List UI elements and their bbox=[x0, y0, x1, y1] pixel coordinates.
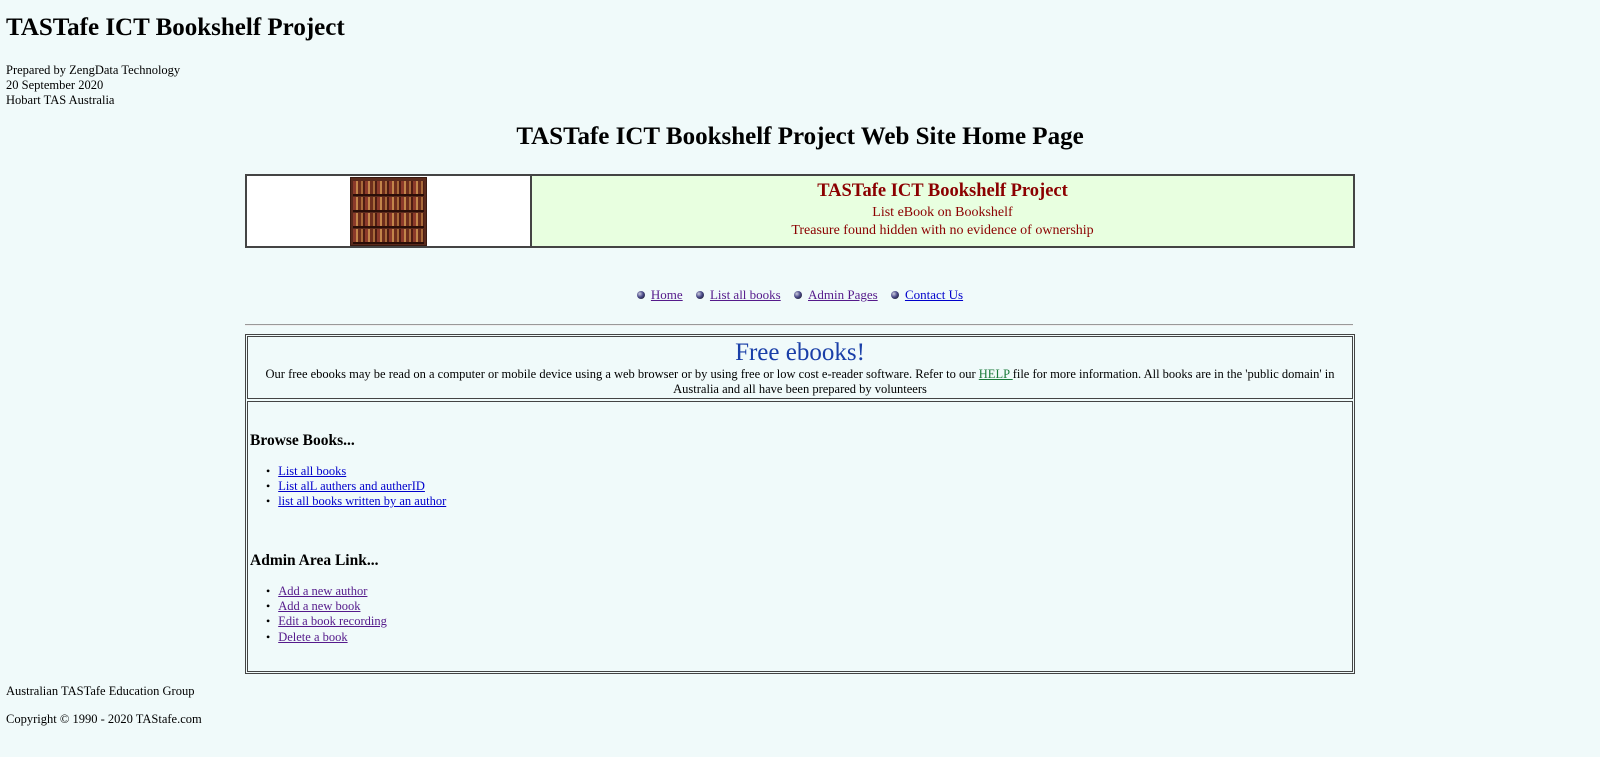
list-item: Edit a book recording bbox=[278, 614, 387, 629]
browse-cell: Browse Books... List all books List alL … bbox=[247, 401, 1353, 672]
footer-org: Australian TASTafe Education Group bbox=[6, 684, 195, 698]
nav-item-admin-pages: Admin Pages bbox=[793, 287, 878, 303]
free-ebooks-text-before: Our free ebooks may be read on a compute… bbox=[265, 367, 979, 381]
bullet-icon bbox=[636, 291, 645, 300]
page-title: TASTafe ICT Bookshelf Project Web Site H… bbox=[516, 123, 1084, 150]
banner-line-2: Treasure found hidden with no evidence o… bbox=[791, 223, 1094, 238]
browse-links: List all books List alL authers and auth… bbox=[278, 464, 446, 510]
nav-item-contact-us: Contact Us bbox=[890, 287, 963, 303]
banner-text-cell: TASTafe ICT Bookshelf Project List eBook… bbox=[532, 176, 1353, 246]
content-table: Free ebooks! Our free ebooks may be read… bbox=[245, 334, 1355, 674]
bullet-icon bbox=[695, 291, 704, 300]
nav-link-admin-pages[interactable]: Admin Pages bbox=[808, 287, 878, 302]
nav-item-home: Home bbox=[636, 287, 683, 303]
browse-heading: Browse Books... bbox=[250, 432, 355, 449]
nav-link-contact-us[interactable]: Contact Us bbox=[905, 287, 963, 302]
help-link[interactable]: HELP bbox=[979, 367, 1013, 381]
admin-heading: Admin Area Link... bbox=[250, 552, 379, 569]
bookshelf-image bbox=[350, 176, 427, 246]
list-item: Add a new book bbox=[278, 599, 387, 614]
footer-copyright: Copyright © 1990 - 2020 TAStafe.com bbox=[6, 712, 202, 726]
main-nav: Home List all books Admin Pages Contact … bbox=[0, 287, 1600, 303]
divider bbox=[245, 324, 1353, 326]
banner: TASTafe ICT Bookshelf Project List eBook… bbox=[245, 174, 1355, 248]
free-ebooks-text: Our free ebooks may be read on a compute… bbox=[252, 367, 1348, 397]
banner-line-1: List eBook on Bookshelf bbox=[872, 205, 1013, 220]
prepared-location: Hobart TAS Australia bbox=[6, 93, 115, 107]
nav-link-home[interactable]: Home bbox=[651, 287, 683, 302]
list-item: Add a new author bbox=[278, 584, 387, 599]
prepared-by: Prepared by ZengData Technology bbox=[6, 63, 181, 77]
nav-item-list-all-books: List all books bbox=[695, 287, 781, 303]
list-item: Delete a book bbox=[278, 630, 387, 645]
free-ebooks-cell: Free ebooks! Our free ebooks may be read… bbox=[247, 336, 1353, 399]
prepared-info: Prepared by ZengData Technology 20 Septe… bbox=[6, 63, 180, 108]
bullet-icon bbox=[890, 291, 899, 300]
link-list-all-books[interactable]: List all books bbox=[278, 464, 346, 478]
link-add-author[interactable]: Add a new author bbox=[278, 584, 367, 598]
list-item: list all books written by an author bbox=[278, 494, 446, 509]
free-ebooks-title: Free ebooks! bbox=[735, 339, 865, 366]
bullet-icon bbox=[793, 291, 802, 300]
banner-title: TASTafe ICT Bookshelf Project bbox=[817, 181, 1068, 201]
prepared-date: 20 September 2020 bbox=[6, 78, 104, 92]
link-add-book[interactable]: Add a new book bbox=[278, 599, 360, 613]
link-edit-book[interactable]: Edit a book recording bbox=[278, 614, 387, 628]
banner-image-cell bbox=[247, 176, 532, 246]
list-item: List alL authers and autherID bbox=[278, 479, 446, 494]
admin-links: Add a new author Add a new book Edit a b… bbox=[278, 584, 387, 645]
nav-link-list-all-books[interactable]: List all books bbox=[710, 287, 781, 302]
link-books-by-author[interactable]: list all books written by an author bbox=[278, 494, 446, 508]
page: TASTafe ICT Bookshelf Project Prepared b… bbox=[0, 0, 1600, 757]
link-delete-book[interactable]: Delete a book bbox=[278, 630, 347, 644]
link-list-authors[interactable]: List alL authers and autherID bbox=[278, 479, 425, 493]
list-item: List all books bbox=[278, 464, 446, 479]
site-title: TASTafe ICT Bookshelf Project bbox=[6, 14, 345, 41]
